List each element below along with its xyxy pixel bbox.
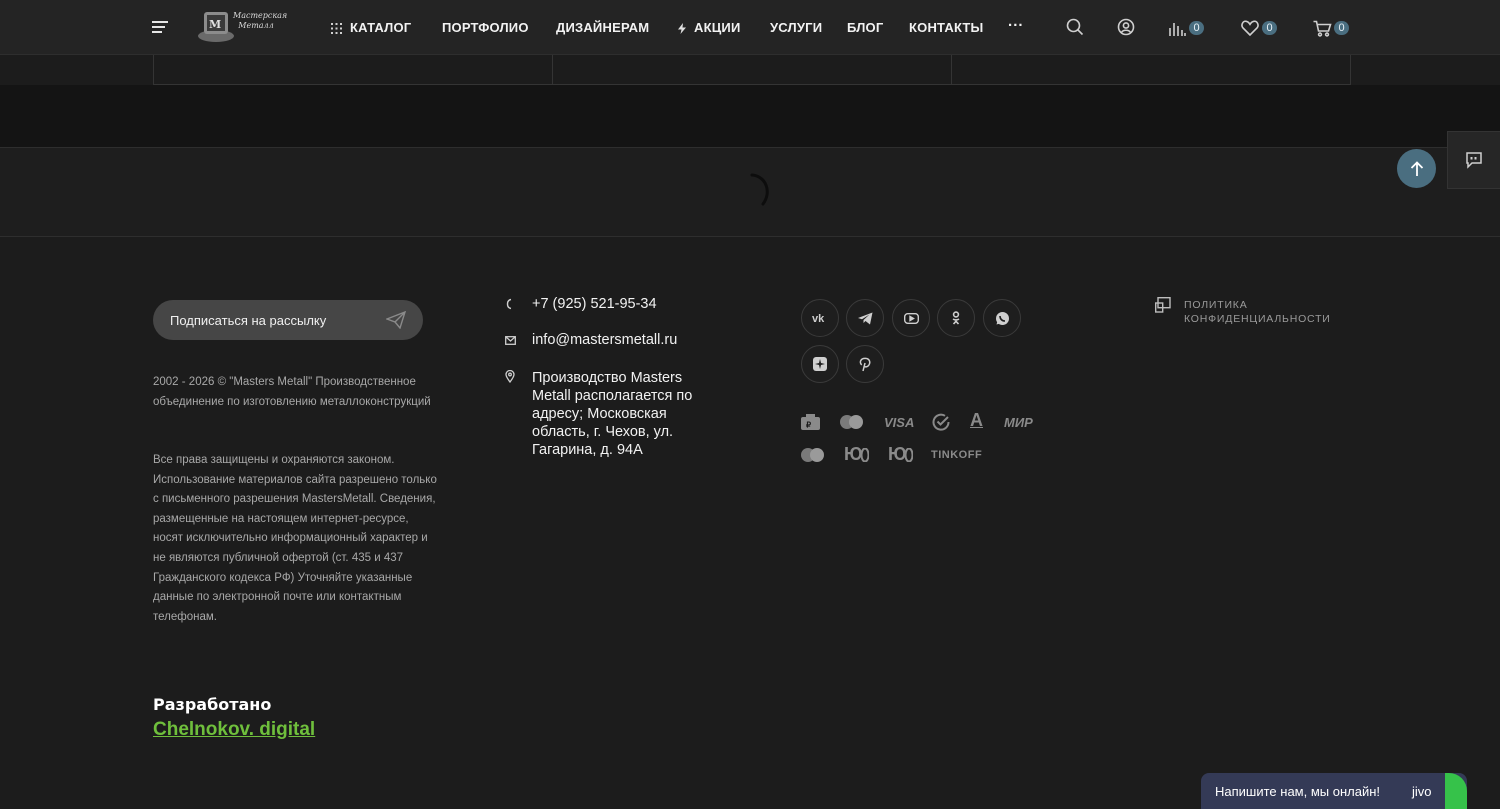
document-icon bbox=[1155, 297, 1171, 313]
pinterest-icon bbox=[859, 357, 871, 371]
search-icon[interactable] bbox=[1066, 18, 1084, 36]
address-text: Производство Masters Metall располагаетс… bbox=[532, 370, 693, 458]
chat-bubble-icon bbox=[1466, 152, 1482, 169]
mail-icon bbox=[505, 336, 516, 345]
copyright-text: 2002 - 2026 © "Masters Metall" Производс… bbox=[153, 376, 431, 408]
yoomoney-icon: Ю bbox=[844, 444, 863, 464]
chat-prompt: Напишите нам, мы онлайн! bbox=[1215, 784, 1381, 799]
compare-count-badge: 0 bbox=[1189, 21, 1204, 35]
paper-plane-icon bbox=[386, 311, 406, 329]
email-link[interactable]: info@mastersmetall.ru bbox=[532, 332, 677, 348]
nav-portfolio[interactable]: ПОРТФОЛИО bbox=[442, 20, 529, 35]
nav-contacts[interactable]: КОНТАКТЫ bbox=[909, 20, 983, 35]
mir-icon: МИР bbox=[1004, 415, 1033, 430]
rights-text: Все права защищены и охраняются законом.… bbox=[153, 454, 437, 623]
scroll-to-top-button[interactable] bbox=[1397, 149, 1436, 188]
arrow-up-icon bbox=[1410, 160, 1423, 176]
sberpay-icon bbox=[932, 413, 950, 431]
whatsapp-icon bbox=[995, 311, 1009, 325]
phone-link[interactable]: +7 (925) 521-95-34 bbox=[532, 296, 657, 312]
nav-promotions-label: АКЦИИ bbox=[694, 20, 741, 35]
dark-band bbox=[0, 85, 1500, 147]
privacy-policy-link[interactable]: Политика конфиденциальности bbox=[1184, 298, 1344, 326]
nav-more-button[interactable]: ··· bbox=[1008, 17, 1024, 34]
cart-count-badge: 0 bbox=[1334, 21, 1349, 35]
visa-icon: VISA bbox=[884, 415, 915, 430]
social-vk[interactable]: vk bbox=[801, 299, 839, 337]
nav-blog[interactable]: БЛОГ bbox=[847, 20, 883, 35]
nav-promotions[interactable]: АКЦИИ bbox=[678, 20, 741, 35]
maestro-icon bbox=[801, 448, 824, 462]
svg-text:₽: ₽ bbox=[806, 421, 811, 430]
developer-link[interactable]: Chelnokov. digital bbox=[153, 719, 315, 741]
social-youtube[interactable] bbox=[892, 299, 930, 337]
nav-services[interactable]: УСЛУГИ bbox=[770, 20, 822, 35]
cash-payment-icon: ₽ bbox=[801, 414, 820, 430]
social-pinterest[interactable] bbox=[846, 345, 884, 383]
tinkoff-icon: TINKOFF bbox=[931, 449, 983, 461]
vk-icon: vk bbox=[812, 313, 825, 323]
alfabank-icon: A bbox=[970, 410, 983, 430]
compare-icon[interactable] bbox=[1168, 20, 1186, 36]
yandex-zen-icon bbox=[813, 357, 827, 371]
menu-icon[interactable] bbox=[152, 21, 168, 33]
mastercard-icon bbox=[840, 415, 863, 429]
yookassa-icon: Ю bbox=[888, 444, 907, 464]
nav-designers[interactable]: ДИЗАЙНЕРАМ bbox=[556, 20, 649, 35]
social-yandex-zen[interactable] bbox=[801, 345, 839, 383]
logo-text: Мастерская Металл bbox=[233, 11, 288, 30]
lightning-icon bbox=[678, 23, 686, 35]
user-icon[interactable] bbox=[1117, 18, 1135, 36]
youtube-icon bbox=[903, 312, 919, 324]
location-pin-icon bbox=[505, 370, 515, 383]
odnoklassniki-icon bbox=[952, 311, 960, 325]
loading-spinner-icon bbox=[750, 173, 769, 206]
site-header: M Мастерская Металл КАТАЛОГ ПОРТФОЛИО ДИ… bbox=[0, 0, 1500, 55]
svg-text:vk: vk bbox=[812, 313, 825, 323]
grid-icon bbox=[331, 23, 342, 35]
telegram-icon bbox=[857, 312, 872, 324]
svg-text:M: M bbox=[209, 18, 221, 31]
heart-icon[interactable] bbox=[1241, 20, 1259, 36]
developed-by-label: Разработано bbox=[153, 695, 272, 714]
nav-catalog[interactable]: КАТАЛОГ bbox=[331, 20, 411, 35]
subscribe-button[interactable]: Подписаться на рассылку bbox=[153, 300, 423, 340]
content-grid-bottom bbox=[153, 55, 1351, 85]
feedback-tab[interactable] bbox=[1447, 131, 1500, 189]
phone-icon bbox=[506, 298, 512, 310]
nav-catalog-label: КАТАЛОГ bbox=[350, 20, 412, 35]
social-whatsapp[interactable] bbox=[983, 299, 1021, 337]
subscribe-label: Подписаться на рассылку bbox=[170, 313, 327, 328]
social-telegram[interactable] bbox=[846, 299, 884, 337]
favorites-count-badge: 0 bbox=[1262, 21, 1277, 35]
jivo-logo: jivo bbox=[1412, 784, 1432, 799]
live-chat-widget[interactable]: Напишите нам, мы онлайн! jivo bbox=[1201, 773, 1467, 809]
yoomoney-circle-icon bbox=[861, 448, 869, 462]
yookassa-circle-icon bbox=[905, 448, 913, 462]
social-odnoklassniki[interactable] bbox=[937, 299, 975, 337]
cart-icon[interactable] bbox=[1313, 20, 1332, 37]
